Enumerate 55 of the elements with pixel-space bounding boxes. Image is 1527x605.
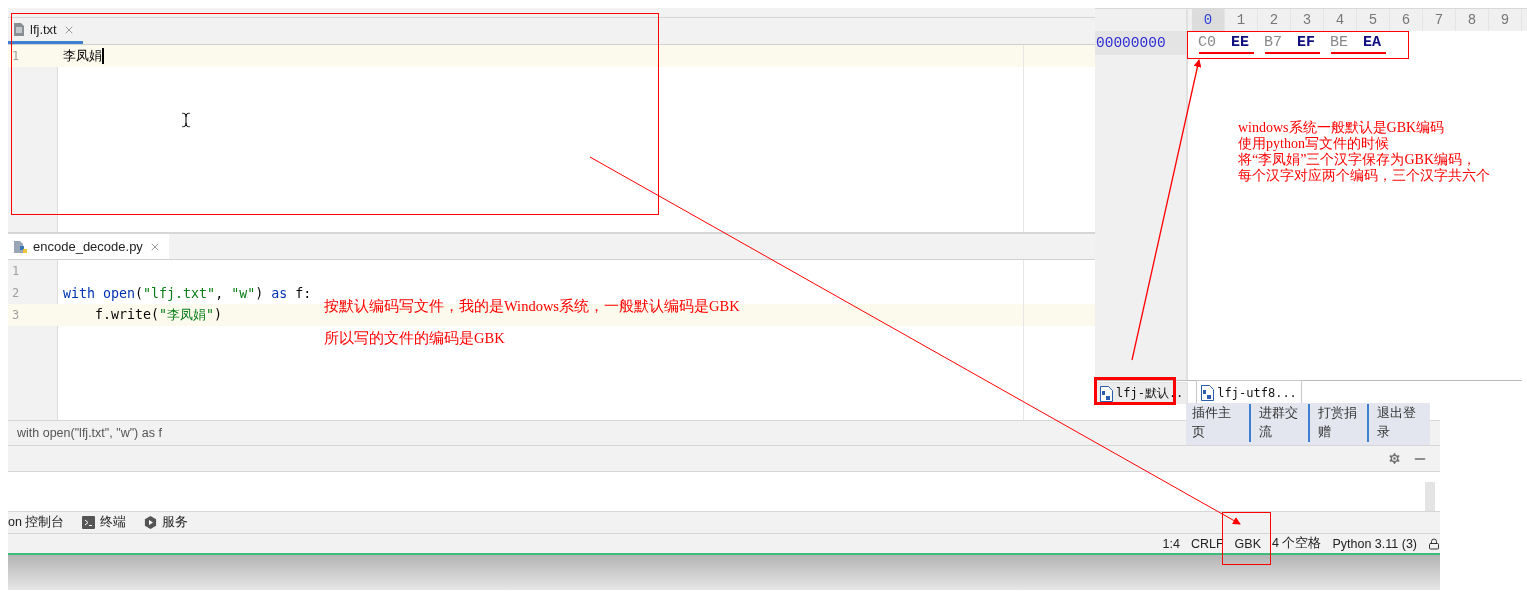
line-number: 1 [11,49,21,63]
plugin-link[interactable]: 退出登录 [1367,404,1426,442]
column-header: 8 [1456,9,1489,31]
hex-byte: BE [1330,35,1349,50]
tool-window-tab[interactable]: 服务 [144,514,189,531]
line-number: 2 [11,286,21,300]
column-header: 7 [1423,9,1456,31]
column-header: 5 [1357,9,1390,31]
plugin-link[interactable]: 打赏捐赠 [1308,404,1367,442]
file-tab[interactable]: lfj-utf8... [1196,380,1302,404]
column-header: 6 [1390,9,1423,31]
binary-file-icon [1100,385,1113,402]
hex-byte: EA [1363,35,1382,50]
annotation-text: 所以写的文件的编码是GBK [324,330,505,346]
offset-label: 00000000 [1095,31,1186,55]
column-header: 9 [1489,9,1522,31]
column-header: 3 [1291,9,1324,31]
tool-window-tab[interactable]: on 控制台 [8,514,65,531]
hex-byte: B7 [1264,35,1283,50]
status-bar-item[interactable]: 4 个空格 [1272,535,1322,552]
scrollbar[interactable] [1425,482,1435,511]
file-tab[interactable]: encode_decode.py [8,234,169,259]
column-header: 4 [1324,9,1357,31]
column-header: 1 [1225,9,1258,31]
play-icon [144,516,158,529]
annotation-text: windows系统一般默认是GBK编码 [1238,120,1445,136]
tool-window-tab[interactable]: 终端 [82,514,127,531]
plugin-link[interactable]: 插件主页 [1190,404,1249,442]
breadcrumb[interactable]: with open("lfj.txt", "w") as f [17,426,162,440]
plugin-link[interactable]: 进群交流 [1249,404,1308,442]
column-header: 2 [1258,9,1291,31]
python-file-icon [14,239,27,254]
highlight-frame [1222,512,1271,565]
status-bar-item[interactable]: Python 3.11 (3) [1332,536,1417,551]
binary-file-icon [1201,384,1215,401]
annotation-text: 按默认编码写文件，我的是Windows系统，一般默认编码是GBK [324,298,740,314]
hex-byte: EF [1297,35,1316,50]
annotation-text: 使用python写文件的时候 [1238,136,1389,152]
annotation-text: 每个汉字对应两个编码，三个汉字共六个 [1238,168,1491,184]
line-number: 3 [11,308,21,322]
lock-icon[interactable] [1428,537,1440,550]
code-line: with open("lfj.txt", "w") as f: [62,285,312,301]
status-bar-item[interactable]: GBK [1234,536,1261,551]
line-number: 1 [11,264,21,278]
status-bar-item[interactable]: 1:4 [1162,536,1180,551]
column-header: 0 [1192,9,1225,31]
hex-byte: C0 [1198,35,1216,50]
code-line: f.write("李凤娟") [94,306,223,324]
document-icon [14,23,24,36]
code-line: 李凤娟 [62,47,104,65]
settings-icon[interactable] [1387,451,1402,466]
annotation-text: 将“李凤娟”三个汉字保存为GBK编码， [1238,152,1476,168]
hex-byte: EE [1231,35,1250,50]
status-bar-item[interactable]: CRLF [1190,536,1224,551]
terminal-icon [82,516,96,529]
